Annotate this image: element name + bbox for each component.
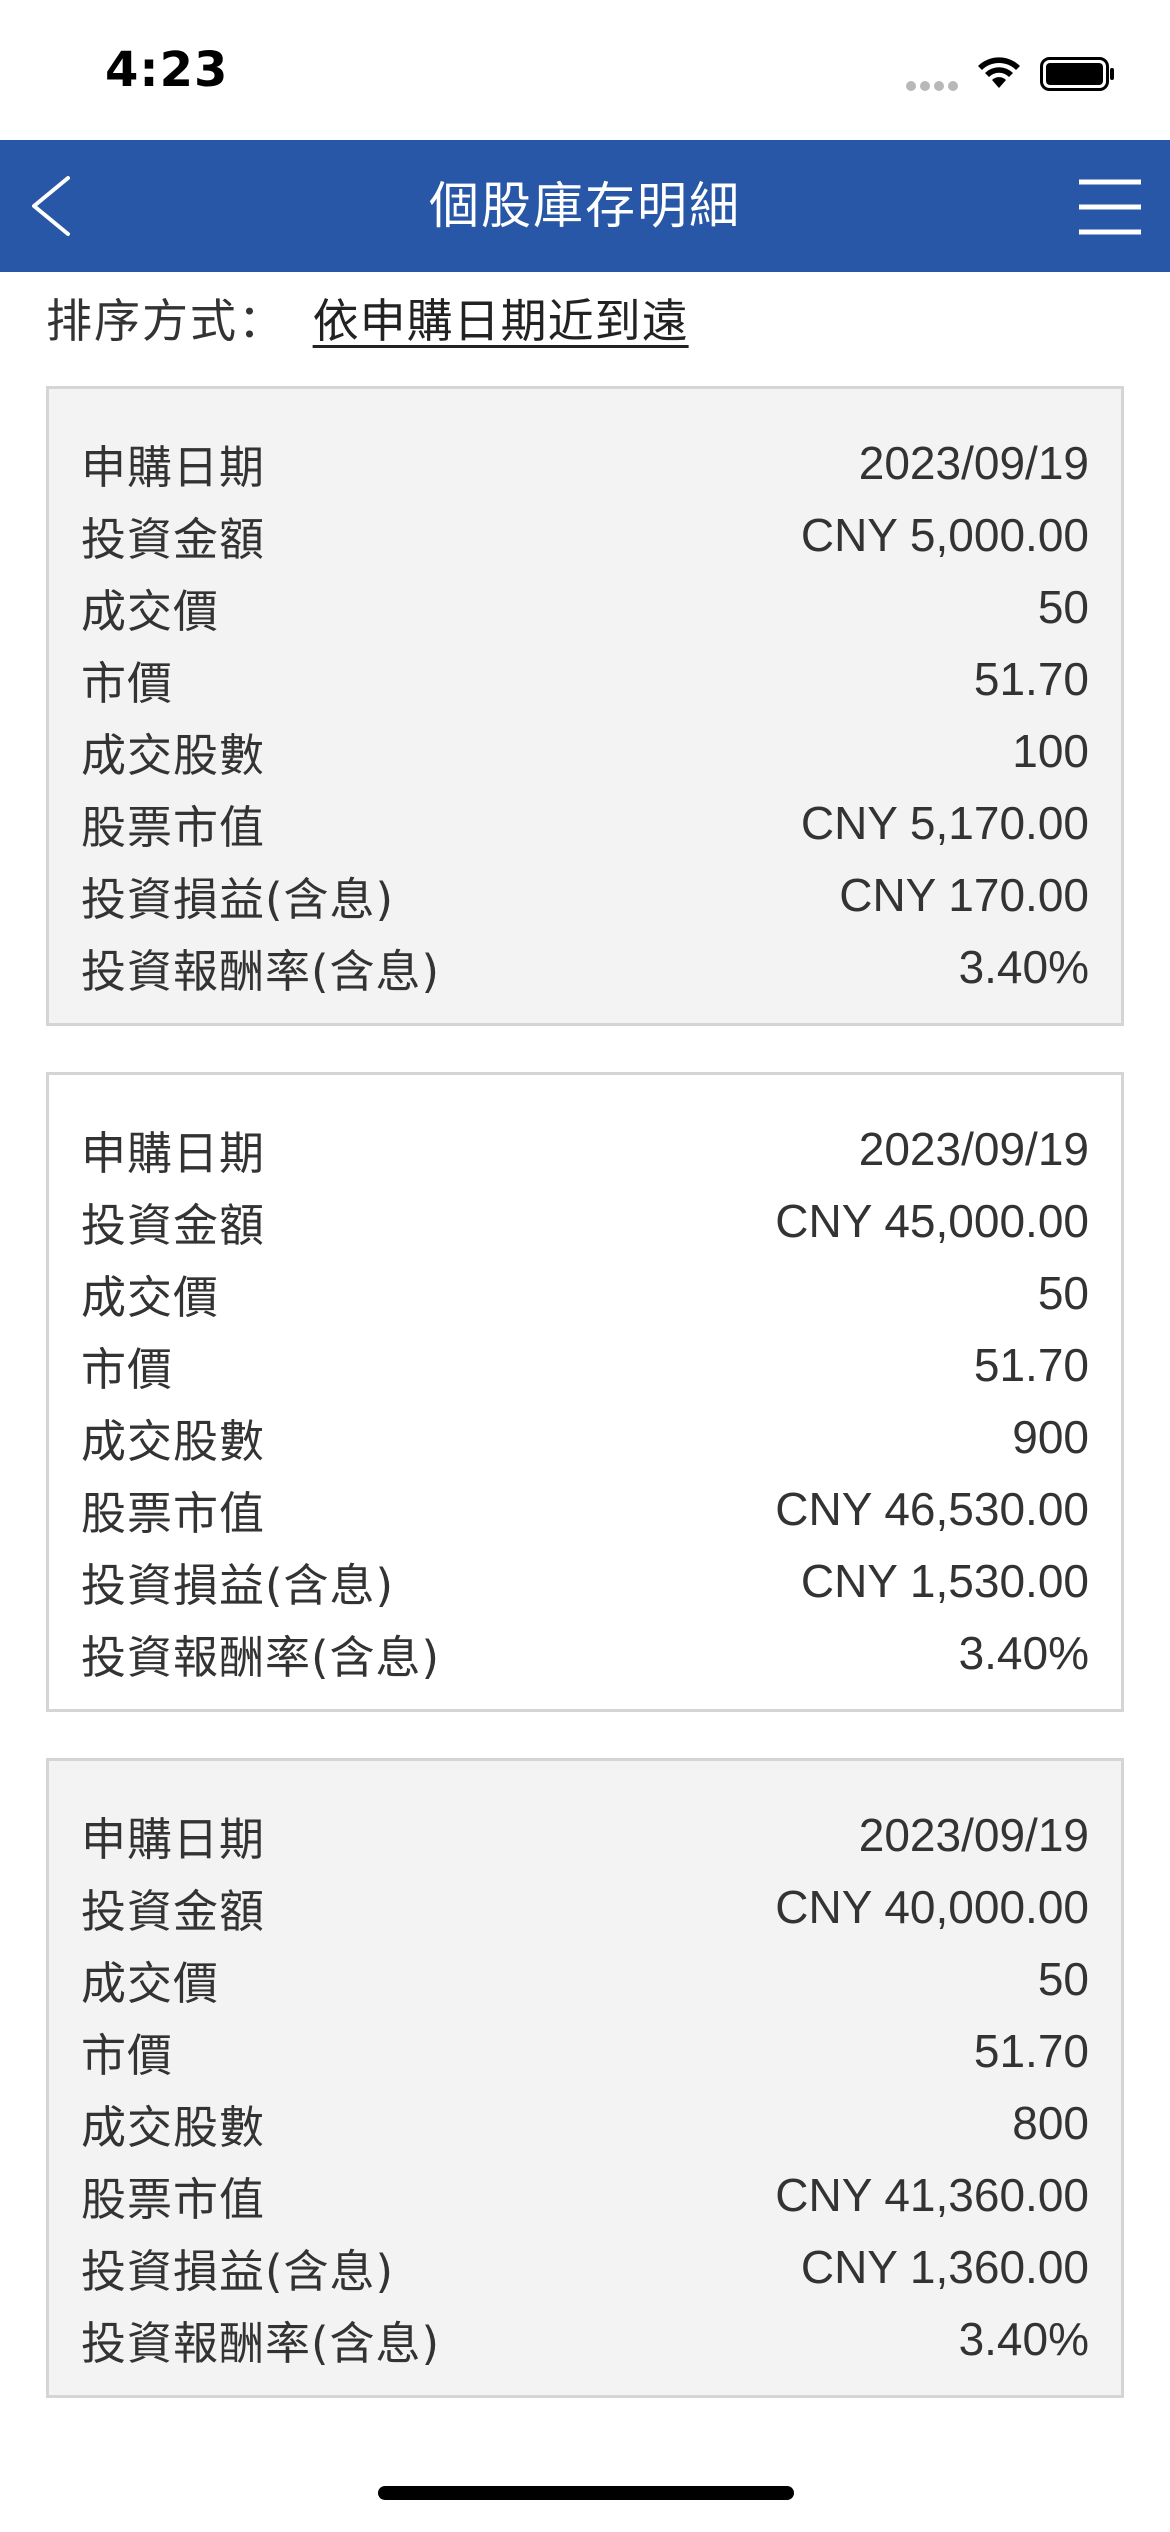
row-label: 市價: [81, 656, 174, 710]
row-label: 成交價: [81, 1270, 220, 1324]
row-value: 51.70: [973, 653, 1089, 705]
status-time: 4:23: [105, 42, 229, 98]
return-rate-row: 投資報酬率(含息) 3.40%: [81, 1617, 1089, 1689]
row-label: 投資金額: [81, 1198, 266, 1252]
row-value: 900: [1012, 1411, 1089, 1463]
purchase-date-row: 申購日期 2023/09/19: [81, 427, 1089, 499]
row-value: 51.70: [973, 2025, 1089, 2077]
sort-option-link[interactable]: 依申購日期近到遠: [313, 288, 689, 354]
holding-card: 申購日期 2023/09/19 投資金額 CNY 5,000.00 成交價 50…: [46, 386, 1124, 1026]
shares-row: 成交股數 100: [81, 715, 1089, 787]
row-value: 100: [1012, 725, 1089, 777]
row-value: CNY 40,000.00: [775, 1881, 1089, 1933]
row-label: 申購日期: [81, 1126, 266, 1180]
row-label: 股票市值: [81, 800, 266, 854]
investment-amount-row: 投資金額 CNY 40,000.00: [81, 1871, 1089, 1943]
row-label: 投資報酬率(含息): [81, 944, 441, 998]
holding-card: 申購日期 2023/09/19 投資金額 CNY 40,000.00 成交價 5…: [46, 1758, 1124, 2398]
row-value: CNY 1,360.00: [800, 2241, 1089, 2293]
row-value: 2023/09/19: [858, 1809, 1089, 1861]
row-label: 市價: [81, 1342, 174, 1396]
hamburger-menu-icon: [1079, 179, 1141, 235]
sort-row: 排序方式： 依申購日期近到遠: [46, 288, 689, 354]
return-rate-row: 投資報酬率(含息) 3.40%: [81, 931, 1089, 1003]
row-value: CNY 45,000.00: [775, 1195, 1089, 1247]
row-value: 3.40%: [958, 2313, 1089, 2365]
purchase-date-row: 申購日期 2023/09/19: [81, 1113, 1089, 1185]
row-value: CNY 46,530.00: [775, 1483, 1089, 1535]
row-value: 50: [1037, 1953, 1089, 2005]
home-indicator[interactable]: [378, 2486, 794, 2500]
row-value: CNY 5,000.00: [800, 509, 1089, 561]
row-label: 投資報酬率(含息): [81, 1630, 441, 1684]
row-value: 2023/09/19: [858, 437, 1089, 489]
row-label: 成交股數: [81, 1414, 266, 1468]
shares-row: 成交股數 900: [81, 1401, 1089, 1473]
page-title: 個股庫存明細: [429, 177, 741, 235]
purchase-date-row: 申購日期 2023/09/19: [81, 1799, 1089, 1871]
row-value: 50: [1037, 581, 1089, 633]
return-rate-row: 投資報酬率(含息) 3.40%: [81, 2303, 1089, 2375]
status-bar: 4:23: [0, 0, 1170, 140]
market-price-row: 市價 51.70: [81, 2015, 1089, 2087]
row-value: CNY 1,530.00: [800, 1555, 1089, 1607]
row-label: 股票市值: [81, 2172, 266, 2226]
row-value: CNY 5,170.00: [800, 797, 1089, 849]
row-label: 投資金額: [81, 1884, 266, 1938]
row-label: 投資報酬率(含息): [81, 2316, 441, 2370]
nav-bar: 個股庫存明細: [0, 140, 1170, 272]
row-label: 申購日期: [81, 1812, 266, 1866]
row-value: 800: [1012, 2097, 1089, 2149]
row-label: 市價: [81, 2028, 174, 2082]
row-value: 51.70: [973, 1339, 1089, 1391]
profit-loss-row: 投資損益(含息) CNY 1,360.00: [81, 2231, 1089, 2303]
row-label: 投資損益(含息): [81, 2244, 395, 2298]
sort-label: 排序方式：: [46, 294, 286, 348]
row-value: 50: [1037, 1267, 1089, 1319]
investment-amount-row: 投資金額 CNY 5,000.00: [81, 499, 1089, 571]
wifi-icon: [978, 57, 1020, 88]
market-value-row: 股票市值 CNY 5,170.00: [81, 787, 1089, 859]
row-label: 成交股數: [81, 2100, 266, 2154]
row-value: 3.40%: [958, 1627, 1089, 1679]
profit-loss-row: 投資損益(含息) CNY 1,530.00: [81, 1545, 1089, 1617]
battery-icon: [1040, 57, 1114, 91]
profit-loss-row: 投資損益(含息) CNY 170.00: [81, 859, 1089, 931]
shares-row: 成交股數 800: [81, 2087, 1089, 2159]
market-price-row: 市價 51.70: [81, 1329, 1089, 1401]
trade-price-row: 成交價 50: [81, 1943, 1089, 2015]
row-value: CNY 41,360.00: [775, 2169, 1089, 2221]
row-value: CNY 170.00: [839, 869, 1089, 921]
row-value: 2023/09/19: [858, 1123, 1089, 1175]
row-value: 3.40%: [958, 941, 1089, 993]
row-label: 申購日期: [81, 440, 266, 494]
row-label: 投資損益(含息): [81, 872, 395, 926]
row-label: 成交股數: [81, 728, 266, 782]
market-value-row: 股票市值 CNY 46,530.00: [81, 1473, 1089, 1545]
market-price-row: 市價 51.70: [81, 643, 1089, 715]
row-label: 成交價: [81, 584, 220, 638]
signal-dots-icon: [906, 81, 958, 91]
investment-amount-row: 投資金額 CNY 45,000.00: [81, 1185, 1089, 1257]
menu-button[interactable]: [1075, 176, 1145, 238]
trade-price-row: 成交價 50: [81, 1257, 1089, 1329]
holding-card: 申購日期 2023/09/19 投資金額 CNY 45,000.00 成交價 5…: [46, 1072, 1124, 1712]
trade-price-row: 成交價 50: [81, 571, 1089, 643]
market-value-row: 股票市值 CNY 41,360.00: [81, 2159, 1089, 2231]
row-label: 股票市值: [81, 1486, 266, 1540]
row-label: 投資金額: [81, 512, 266, 566]
row-label: 成交價: [81, 1956, 220, 2010]
holdings-list: 申購日期 2023/09/19 投資金額 CNY 5,000.00 成交價 50…: [46, 386, 1124, 2444]
row-label: 投資損益(含息): [81, 1558, 395, 1612]
